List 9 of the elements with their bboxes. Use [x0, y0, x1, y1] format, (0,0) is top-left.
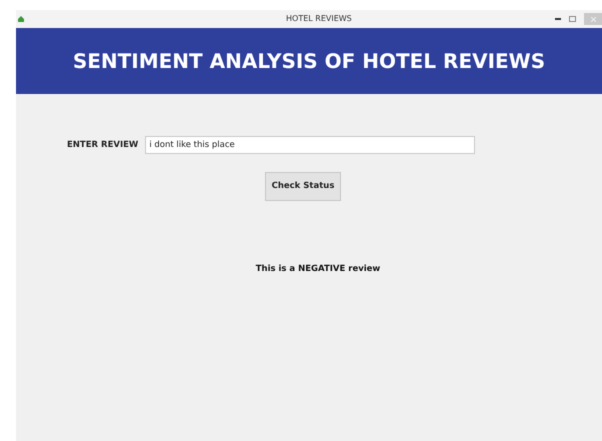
result-text: This is a NEGATIVE review: [256, 263, 380, 276]
window-title: HOTEL REVIEWS: [286, 13, 352, 25]
check-status-button[interactable]: Check Status: [265, 172, 341, 201]
maximize-icon[interactable]: [569, 16, 576, 22]
banner-title: SENTIMENT ANALYSIS OF HOTEL REVIEWS: [72, 48, 546, 75]
field-label: ENTER REVIEW: [67, 138, 138, 152]
review-input[interactable]: i dont like this place: [145, 136, 476, 154]
minimize-icon[interactable]: [555, 17, 561, 21]
app-icon: [17, 15, 25, 23]
